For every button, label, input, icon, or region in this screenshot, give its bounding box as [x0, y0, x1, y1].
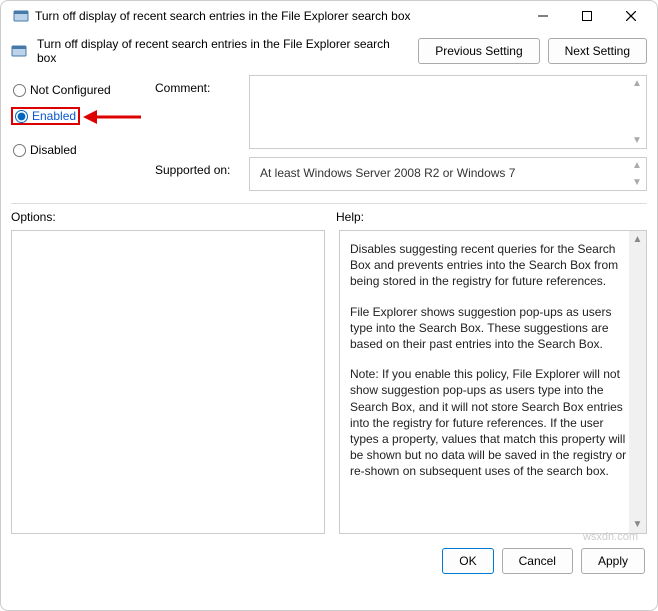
policy-title: Turn off display of recent search entrie… [37, 37, 408, 65]
ok-button[interactable]: OK [442, 548, 493, 574]
previous-setting-button[interactable]: Previous Setting [418, 38, 539, 64]
supported-on-value: At least Windows Server 2008 R2 or Windo… [260, 166, 515, 180]
radio-not-configured[interactable]: Not Configured [11, 81, 145, 99]
options-label: Options: [11, 210, 336, 224]
titlebar: Turn off display of recent search entrie… [1, 1, 657, 31]
next-setting-button[interactable]: Next Setting [548, 38, 647, 64]
help-paragraph-1: Disables suggesting recent queries for t… [350, 241, 628, 290]
policy-editor-window: Turn off display of recent search entrie… [0, 0, 658, 611]
comment-scroll[interactable]: ▲▼ [632, 78, 644, 146]
maximize-button[interactable] [565, 1, 609, 31]
lower-labels: Options: Help: [1, 210, 657, 224]
radio-disabled[interactable]: Disabled [11, 141, 145, 159]
help-paragraph-2: File Explorer shows suggestion pop-ups a… [350, 304, 628, 353]
policy-icon [11, 43, 27, 59]
comment-label: Comment: [155, 75, 237, 95]
fields-column: Comment: ▲▼ Supported on: At least Windo… [155, 75, 647, 191]
comment-textbox[interactable]: ▲▼ [249, 75, 647, 149]
radio-not-configured-label: Not Configured [30, 83, 111, 97]
supported-on-label: Supported on: [155, 157, 237, 177]
header-row: Turn off display of recent search entrie… [1, 31, 657, 75]
lower-panes: Disables suggesting recent queries for t… [1, 224, 657, 534]
state-column: Not Configured Enabled Disabled [11, 75, 145, 191]
radio-enabled-label: Enabled [32, 109, 76, 123]
supported-scroll[interactable]: ▲▼ [632, 160, 644, 188]
cancel-button[interactable]: Cancel [502, 548, 573, 574]
watermark: wsxdn.com [583, 531, 638, 543]
help-label: Help: [336, 210, 647, 224]
help-pane: Disables suggesting recent queries for t… [339, 230, 647, 534]
app-icon [13, 8, 29, 24]
upper-section: Not Configured Enabled Disabled Comment: [1, 75, 657, 191]
radio-enabled[interactable]: Enabled [11, 107, 80, 125]
help-scrollbar[interactable]: ▲▼ [629, 231, 646, 533]
minimize-button[interactable] [521, 1, 565, 31]
help-paragraph-3: Note: If you enable this policy, File Ex… [350, 366, 628, 479]
section-divider [11, 203, 647, 204]
close-button[interactable] [609, 1, 653, 31]
radio-disabled-label: Disabled [30, 143, 77, 157]
window-title: Turn off display of recent search entrie… [35, 9, 521, 23]
footer-buttons: OK Cancel Apply [1, 534, 657, 586]
annotation-arrow-icon [83, 105, 143, 129]
options-pane [11, 230, 325, 534]
supported-on-textbox: At least Windows Server 2008 R2 or Windo… [249, 157, 647, 191]
apply-button[interactable]: Apply [581, 548, 645, 574]
